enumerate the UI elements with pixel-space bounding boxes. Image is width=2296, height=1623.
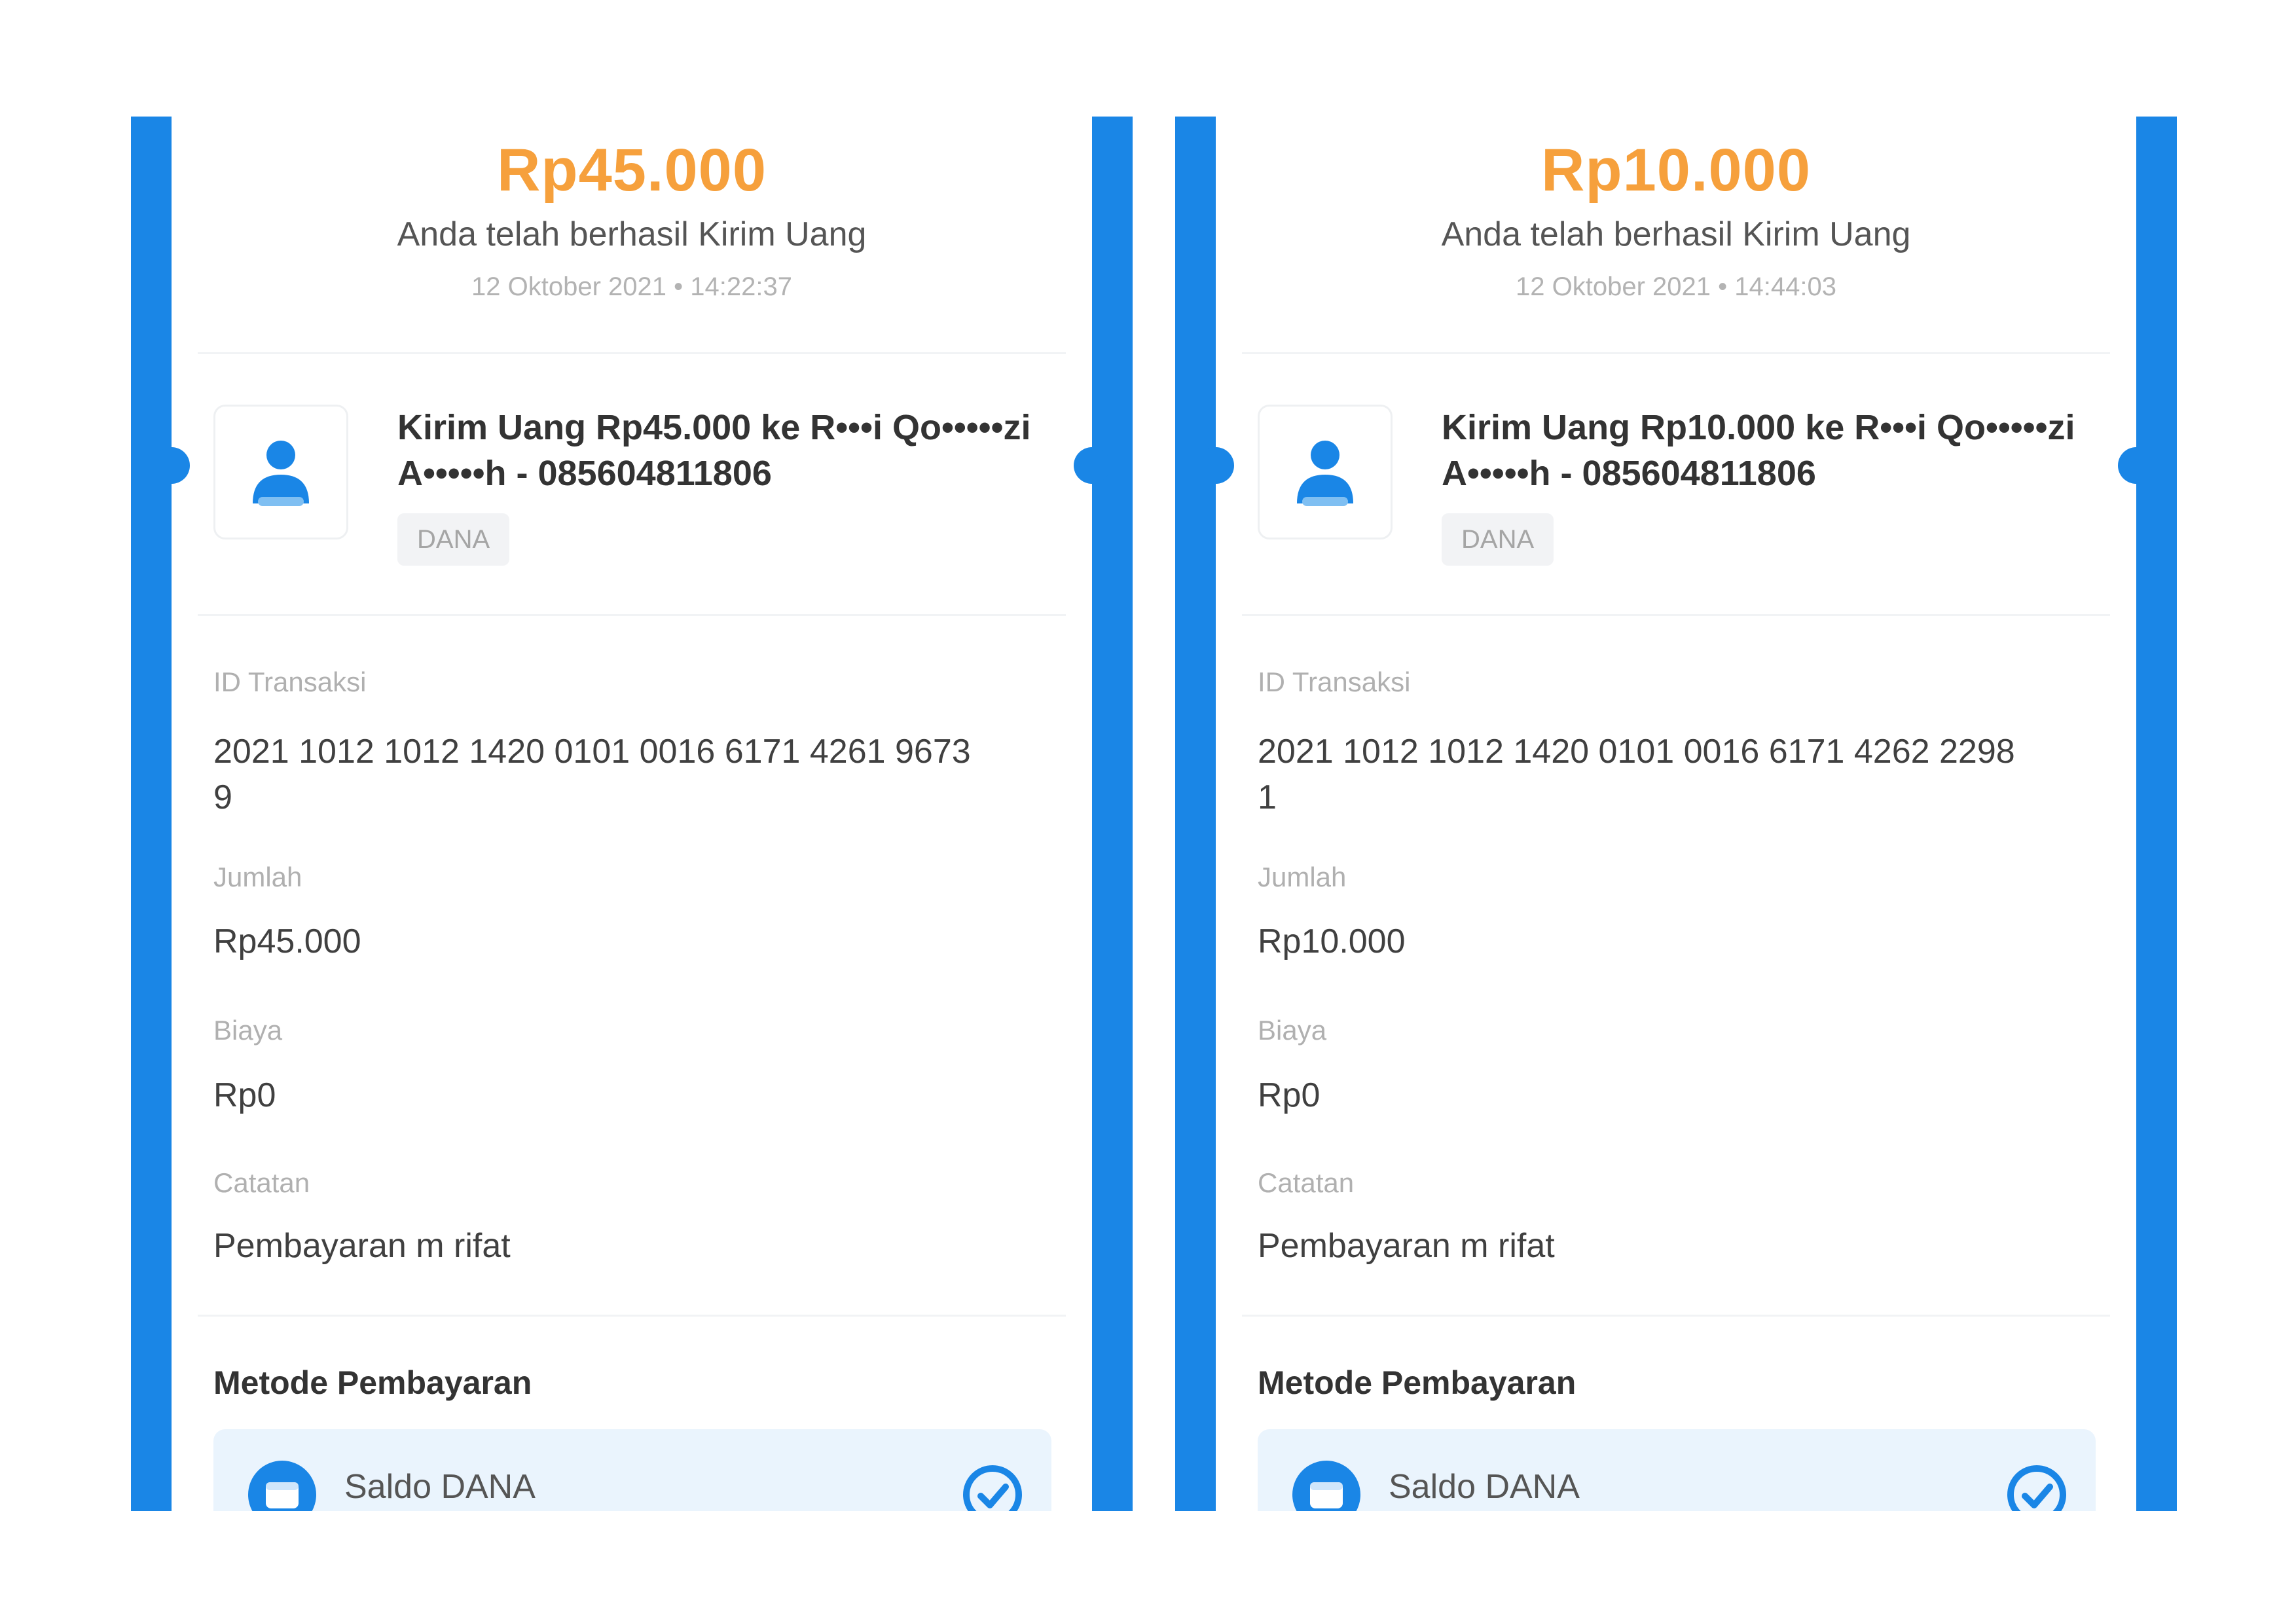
success-message: Anda telah berhasil Kirim Uang: [397, 215, 867, 253]
person-icon: [253, 441, 309, 506]
recipient-avatar: [1258, 405, 1393, 539]
note-label: Catatan: [1258, 1167, 1355, 1198]
wallet-icon: [1292, 1461, 1360, 1511]
ticket-notch: [1197, 447, 1234, 484]
person-icon: [1297, 441, 1353, 506]
payment-method-title: Metode Pembayaran: [213, 1364, 532, 1401]
wallet-icon: [248, 1461, 316, 1511]
payment-method-option[interactable]: Saldo DANA: [1258, 1429, 2096, 1511]
check-icon: [2007, 1465, 2066, 1511]
transaction-datetime: 12 Oktober 2021 • 14:44:03: [1516, 272, 1836, 301]
transaction-id-value: 2021 1012 1012 1420 0101 0016 6171 4261 …: [213, 733, 971, 816]
transfer-description: Kirim Uang Rp10.000 ke R•••i Qo•••••zi A…: [1442, 408, 2075, 493]
payment-method-label: Saldo DANA: [1389, 1468, 1580, 1506]
divider: [1242, 1315, 2110, 1317]
amount-value: Rp10.000: [1258, 922, 1406, 960]
payment-method-title: Metode Pembayaran: [1258, 1364, 1576, 1401]
payment-method-label: Saldo DANA: [344, 1468, 536, 1506]
divider: [1242, 614, 2110, 616]
transaction-datetime: 12 Oktober 2021 • 14:22:37: [471, 272, 792, 301]
fee-label: Biaya: [1258, 1015, 1327, 1046]
transaction-id-label: ID Transaksi: [1258, 666, 1411, 697]
receipt-card: Rp45.000 Anda telah berhasil Kirim Uang …: [153, 117, 1110, 1511]
transaction-amount: Rp45.000: [496, 137, 767, 204]
wallet-tag: DANA: [1442, 513, 1554, 566]
note-value: Pembayaran m rifat: [1258, 1227, 1555, 1265]
note-label: Catatan: [213, 1167, 310, 1198]
fee-label: Biaya: [213, 1015, 283, 1046]
divider: [198, 614, 1066, 616]
receipt-panel-right: Rp10.000 Anda telah berhasil Kirim Uang …: [1175, 117, 2177, 1511]
fee-value: Rp0: [213, 1076, 276, 1114]
divider: [1242, 352, 2110, 354]
check-icon: [963, 1465, 1022, 1511]
transaction-id-label: ID Transaksi: [213, 666, 367, 697]
amount-label: Jumlah: [213, 862, 302, 892]
amount-value: Rp45.000: [213, 922, 361, 960]
divider: [198, 352, 1066, 354]
divider: [198, 1315, 1066, 1317]
ticket-notch: [1074, 447, 1110, 484]
ticket-notch: [2118, 447, 2155, 484]
recipient-avatar: [213, 405, 348, 539]
receipt-panel-left: Rp45.000 Anda telah berhasil Kirim Uang …: [131, 117, 1133, 1511]
transaction-amount: Rp10.000: [1540, 137, 1812, 204]
note-value: Pembayaran m rifat: [213, 1227, 511, 1265]
fee-value: Rp0: [1258, 1076, 1321, 1114]
payment-method-option[interactable]: Saldo DANA: [213, 1429, 1051, 1511]
transaction-id-value: 2021 1012 1012 1420 0101 0016 6171 4262 …: [1258, 733, 2015, 816]
receipt-card: Rp10.000 Anda telah berhasil Kirim Uang …: [1197, 117, 2155, 1511]
ticket-notch: [153, 447, 190, 484]
amount-label: Jumlah: [1258, 862, 1347, 892]
success-message: Anda telah berhasil Kirim Uang: [1441, 215, 1911, 253]
transfer-description: Kirim Uang Rp45.000 ke R•••i Qo•••••zi A…: [397, 408, 1031, 493]
wallet-tag: DANA: [397, 513, 510, 566]
